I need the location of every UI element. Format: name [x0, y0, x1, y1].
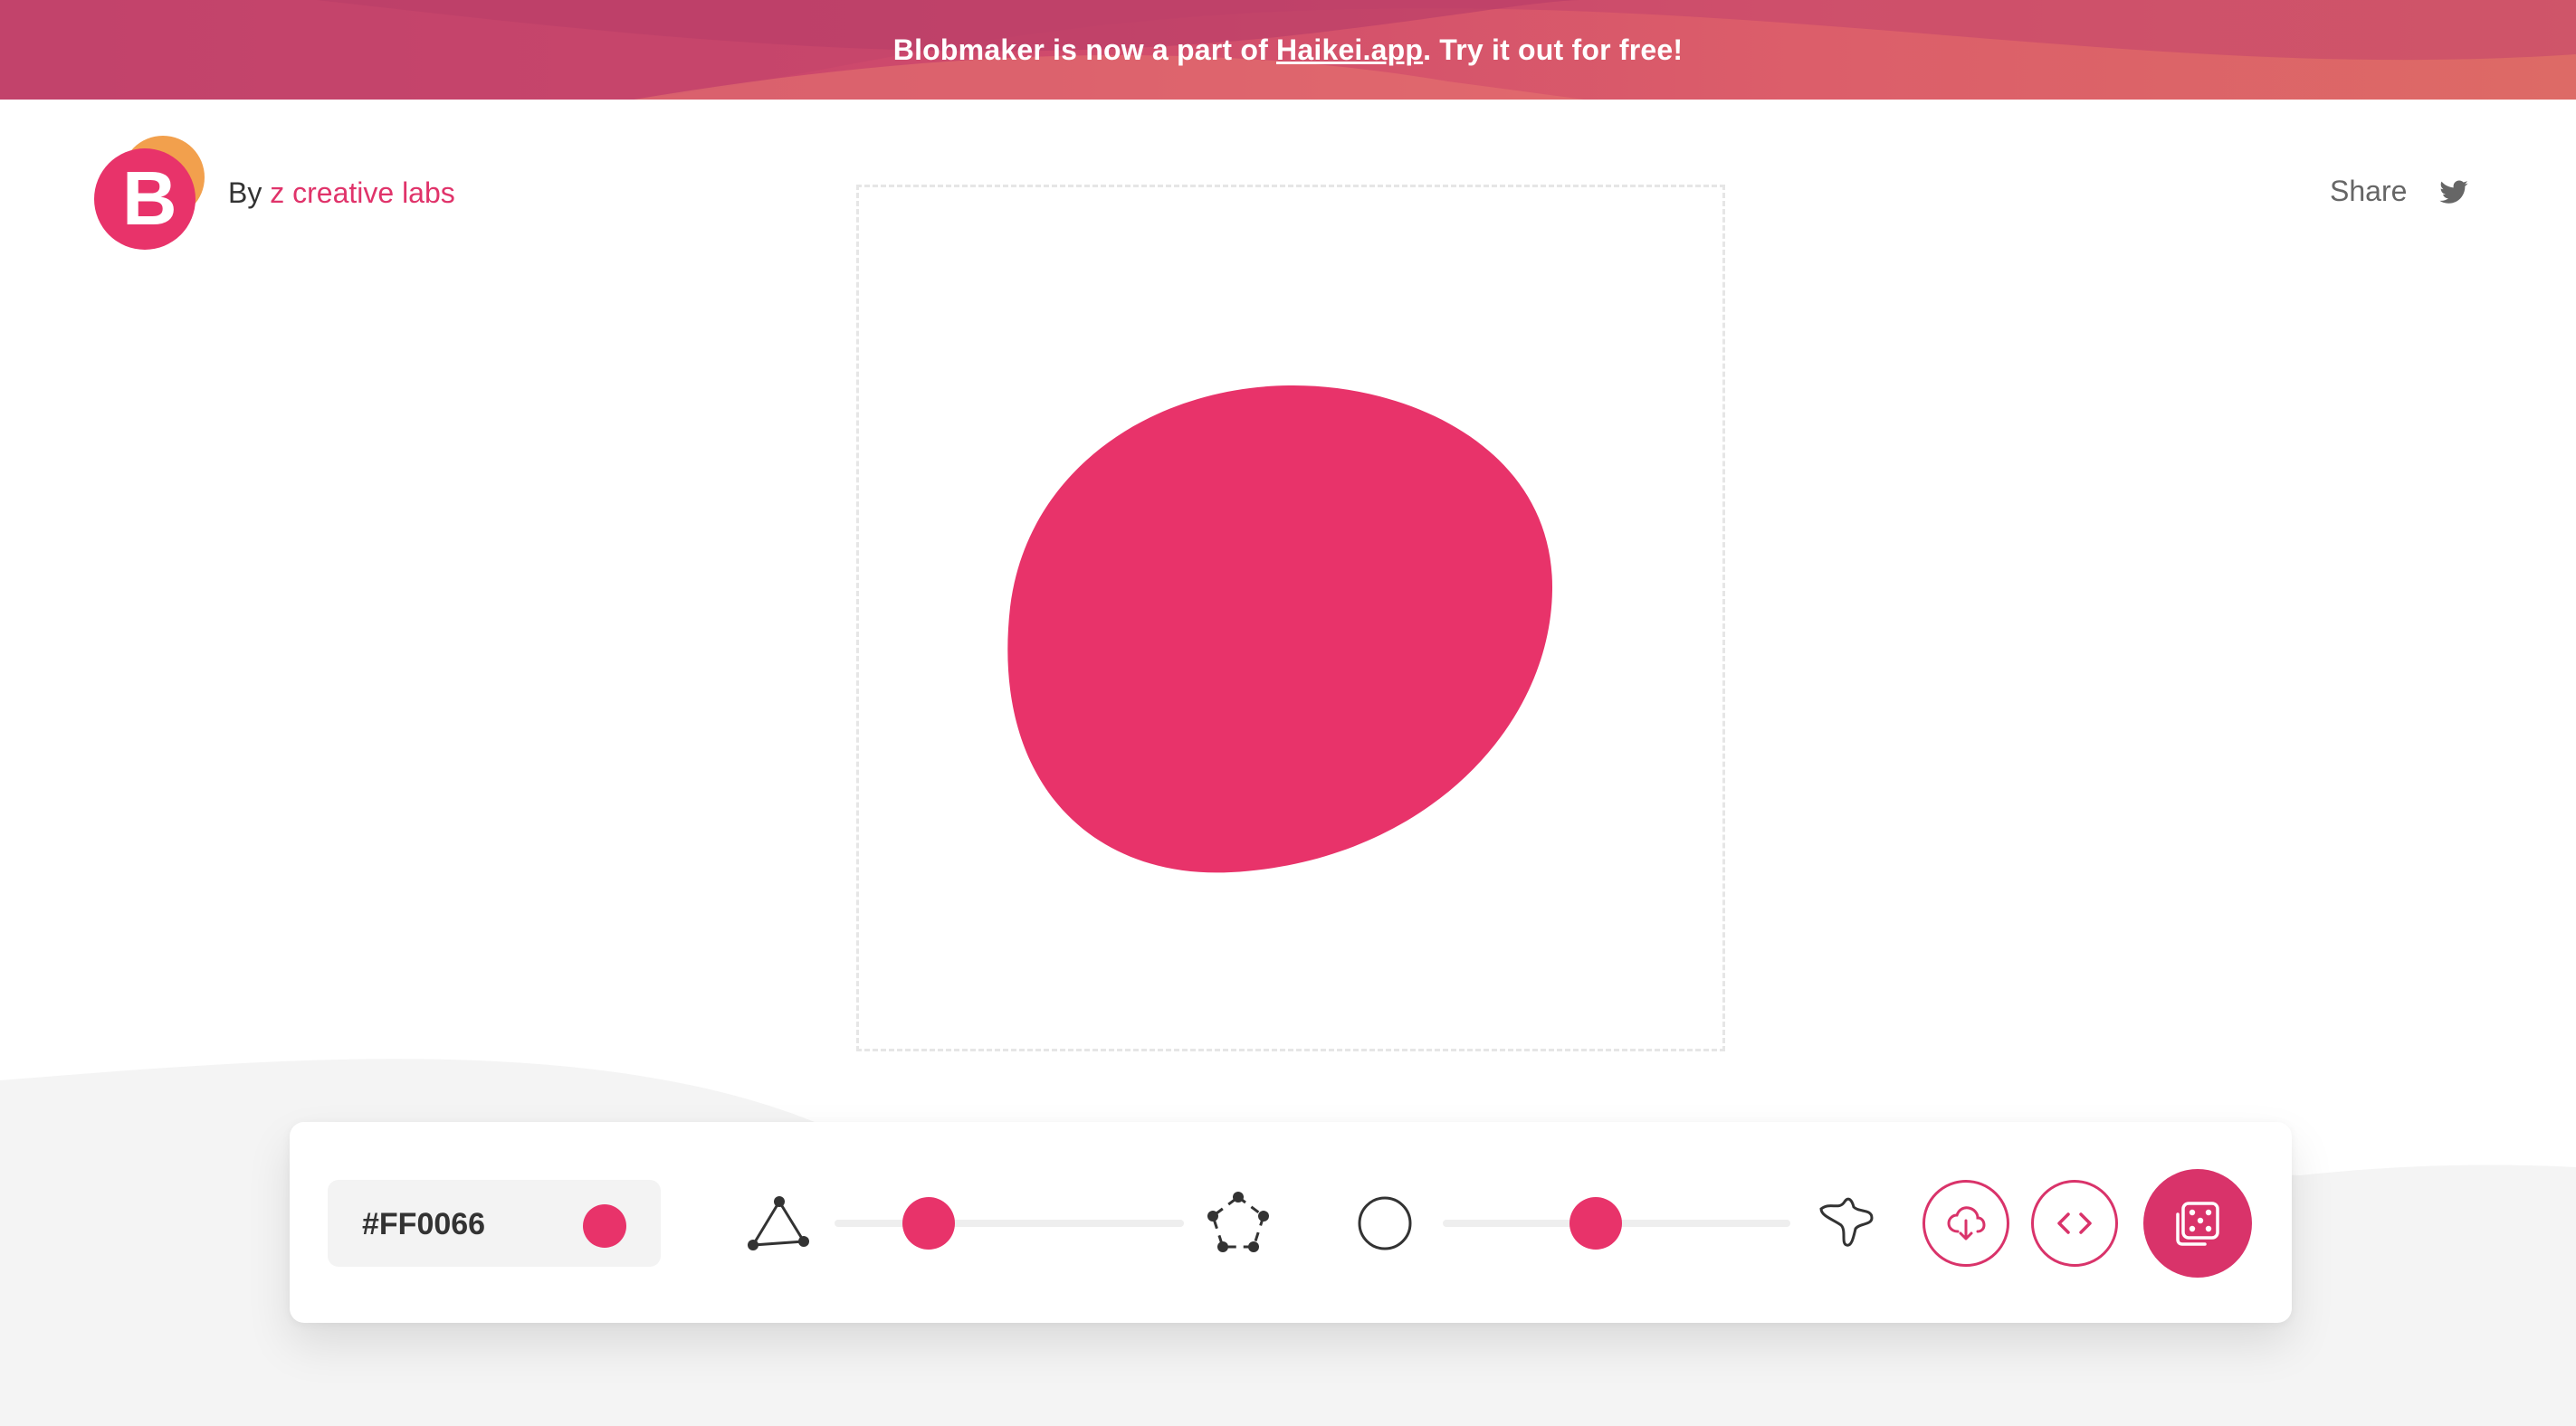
blob-canvas [856, 185, 1725, 1051]
cloud-download-icon [1947, 1206, 1986, 1241]
haikei-link[interactable]: Haikei.app [1276, 33, 1423, 67]
by-label: By [228, 176, 262, 209]
logo-letter: B [122, 156, 177, 241]
banner-text-before: Blobmaker is now a part of [892, 33, 1277, 66]
contrast-slider-thumb[interactable] [1569, 1197, 1623, 1250]
twitter-icon[interactable] [2438, 177, 2469, 208]
blobmaker-logo[interactable]: B [91, 136, 208, 253]
code-brackets-icon [2057, 1212, 2092, 1234]
dice-icon [2176, 1202, 2219, 1246]
code-button[interactable] [2031, 1180, 2118, 1267]
color-swatch[interactable] [583, 1204, 626, 1248]
color-picker[interactable]: #FF0066 [328, 1180, 661, 1267]
top-banner: Blobmaker is now a part of Haikei.app . … [0, 0, 2576, 100]
share-label[interactable]: Share [2330, 175, 2407, 208]
byline: By z creative labs [228, 176, 455, 210]
blob-shape [1007, 385, 1553, 873]
complexity-slider-track[interactable] [835, 1220, 1184, 1227]
banner-message: Blobmaker is now a part of Haikei.app . … [0, 0, 2576, 100]
triangle-nodes-icon [748, 1196, 809, 1250]
download-button[interactable] [1922, 1180, 2009, 1267]
randomize-button[interactable] [2143, 1169, 2252, 1278]
spiky-blob-icon [1819, 1197, 1874, 1247]
color-value[interactable]: #FF0066 [362, 1207, 485, 1242]
circle-outline-icon [1358, 1196, 1412, 1250]
toolbar: #FF0066 [290, 1122, 2292, 1323]
pentagon-nodes-icon [1207, 1192, 1269, 1252]
brand-link[interactable]: z creative labs [270, 176, 455, 209]
banner-text-after: . Try it out for free! [1423, 33, 1684, 66]
complexity-slider-thumb[interactable] [902, 1197, 956, 1250]
